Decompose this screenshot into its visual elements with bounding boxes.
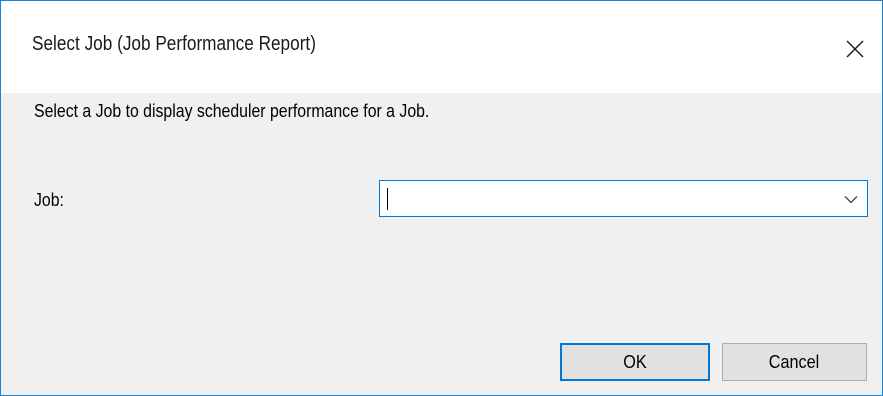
title-bar: Select Job (Job Performance Report) — [1, 1, 882, 93]
text-caret — [387, 188, 388, 210]
dialog-title: Select Job (Job Performance Report) — [32, 33, 316, 55]
chevron-down-icon — [844, 195, 858, 203]
cancel-button-label: Cancel — [769, 351, 820, 372]
dialog-description: Select a Job to display scheduler perfor… — [34, 101, 430, 121]
job-label: Job: — [34, 190, 64, 210]
dialog-body: Select a Job to display scheduler perfor… — [1, 93, 882, 395]
job-dropdown-button[interactable] — [841, 189, 861, 209]
select-job-dialog: Select Job (Job Performance Report) Sele… — [0, 0, 883, 396]
close-icon — [846, 40, 864, 58]
job-combobox[interactable] — [379, 180, 868, 217]
cancel-button[interactable]: Cancel — [722, 343, 867, 381]
ok-button[interactable]: OK — [560, 343, 710, 381]
ok-button-label: OK — [623, 351, 647, 372]
close-button[interactable] — [837, 31, 873, 67]
